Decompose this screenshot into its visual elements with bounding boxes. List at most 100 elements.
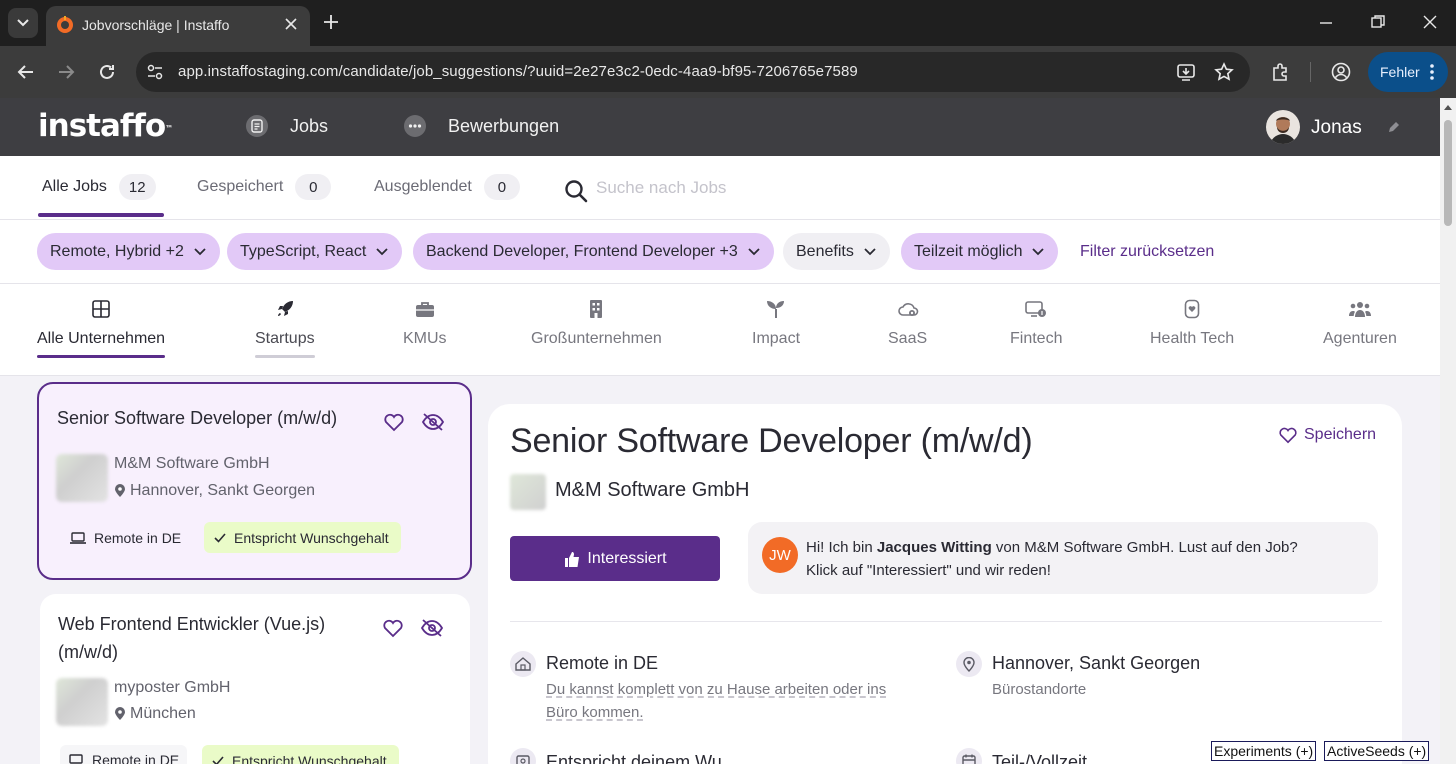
hide-eye-icon[interactable] bbox=[420, 618, 444, 638]
tab-count-badge: 0 bbox=[295, 174, 332, 200]
detail-company-name[interactable]: M&M Software GmbH bbox=[555, 479, 749, 502]
feature-remote-description[interactable]: Du kannst komplett von zu Hause arbeiten… bbox=[546, 678, 886, 724]
nav-jobs[interactable]: Jobs bbox=[246, 115, 328, 137]
extensions-icon[interactable] bbox=[1270, 62, 1290, 82]
remote-house-icon bbox=[510, 651, 536, 677]
company-logo bbox=[56, 454, 108, 502]
salary-match-badge: Entspricht Wunschgehalt bbox=[202, 745, 399, 764]
tab-search-button[interactable] bbox=[8, 8, 38, 38]
page-scrollbar[interactable] bbox=[1440, 98, 1456, 764]
active-seeds-toggle[interactable]: ActiveSeeds (+) bbox=[1324, 741, 1430, 761]
category-fintech[interactable]: Fintech bbox=[1010, 298, 1062, 358]
monitor-coin-icon bbox=[1025, 298, 1047, 320]
nav-bewerbungen-label: Bewerbungen bbox=[448, 115, 560, 136]
building-icon bbox=[588, 298, 604, 320]
cloud-gear-icon bbox=[897, 298, 919, 320]
reload-icon[interactable] bbox=[97, 62, 117, 82]
feature-remote-title: Remote in DE bbox=[546, 653, 659, 673]
category-label: Health Tech bbox=[1150, 330, 1235, 347]
feature-salary-title: Entspricht deinem Wu bbox=[546, 752, 722, 764]
job-card[interactable]: Web Frontend Entwickler (Vue.js) (m/w/d)… bbox=[40, 594, 470, 764]
job-card[interactable]: Senior Software Developer (m/w/d) M&M So… bbox=[37, 382, 472, 580]
tab-gespeichert[interactable]: Gespeichert 0 bbox=[197, 174, 332, 200]
salary-text: Entspricht Wunschgehalt bbox=[232, 752, 387, 764]
category-underline bbox=[403, 355, 447, 358]
category-startups[interactable]: Startups bbox=[255, 298, 315, 358]
bookmark-star-icon[interactable] bbox=[1214, 62, 1234, 82]
category-underline bbox=[37, 355, 166, 358]
tab-alle-jobs[interactable]: Alle Jobs 12 bbox=[42, 174, 156, 200]
back-icon[interactable] bbox=[16, 62, 36, 82]
scroll-up-arrow-icon[interactable] bbox=[1444, 104, 1452, 110]
user-name[interactable]: Jonas bbox=[1311, 117, 1362, 139]
install-app-icon[interactable] bbox=[1176, 62, 1196, 82]
job-location: München bbox=[114, 705, 196, 723]
filter-benefits[interactable]: Benefits bbox=[783, 233, 890, 270]
search-input[interactable] bbox=[596, 175, 896, 201]
forward-icon[interactable] bbox=[56, 62, 76, 82]
rocket-icon bbox=[275, 298, 295, 320]
category-saas[interactable]: SaaS bbox=[888, 298, 927, 358]
url-text: app.instaffostaging.com/candidate/job_su… bbox=[178, 63, 858, 80]
location-text: Hannover, Sankt Georgen bbox=[130, 482, 316, 499]
feature-location-title: Hannover, Sankt Georgen bbox=[992, 653, 1201, 673]
location-text: München bbox=[130, 705, 196, 722]
close-window-icon[interactable] bbox=[1422, 14, 1438, 30]
new-tab-icon[interactable] bbox=[322, 13, 340, 31]
tab-count-badge: 12 bbox=[118, 174, 156, 200]
nav-bewerbungen[interactable]: Bewerbungen bbox=[404, 115, 559, 137]
feature-worktime-title: Teil-/Vollzeit bbox=[992, 752, 1088, 764]
remote-text: Remote in DE bbox=[92, 752, 180, 764]
location-pin-icon bbox=[115, 484, 125, 497]
more-menu-icon[interactable] bbox=[1430, 63, 1434, 81]
experiments-toggle[interactable]: Experiments (+) bbox=[1211, 741, 1317, 761]
category-underline bbox=[888, 355, 927, 358]
tab-count-badge: 0 bbox=[483, 174, 520, 200]
chevron-down-icon bbox=[17, 19, 29, 27]
pencil-icon[interactable] bbox=[1387, 120, 1401, 134]
category-grossunternehmen[interactable]: Großunternehmen bbox=[531, 298, 662, 358]
job-title: Web Frontend Entwickler (Vue.js) (m/w/d) bbox=[58, 610, 325, 666]
filter-remote[interactable]: Remote, Hybrid +2 bbox=[37, 233, 220, 270]
category-alle-unternehmen[interactable]: Alle Unternehmen bbox=[37, 298, 166, 358]
heart-icon[interactable] bbox=[383, 412, 405, 432]
filter-teilzeit[interactable]: Teilzeit möglich bbox=[901, 233, 1059, 270]
profile-icon[interactable] bbox=[1331, 62, 1351, 82]
error-button-label: Fehler bbox=[1380, 64, 1420, 80]
error-button[interactable]: Fehler bbox=[1368, 52, 1448, 92]
scrollbar-thumb[interactable] bbox=[1444, 120, 1452, 226]
minimize-icon[interactable] bbox=[1318, 14, 1334, 30]
reset-filters-link[interactable]: Filter zurücksetzen bbox=[1080, 243, 1214, 261]
restore-icon[interactable] bbox=[1370, 14, 1386, 30]
recruiter-message-text: Hi! Ich bin Jacques Witting von M&M Soft… bbox=[806, 536, 1298, 582]
calendar-icon bbox=[956, 748, 982, 764]
category-underline bbox=[752, 355, 800, 358]
company-category-tabs: Alle Unternehmen Startups KMUs Großunter… bbox=[0, 284, 1440, 376]
address-bar[interactable]: app.instaffostaging.com/candidate/job_su… bbox=[136, 52, 1250, 92]
save-job-button[interactable]: Speichern bbox=[1278, 426, 1376, 444]
active-tab-indicator bbox=[38, 213, 164, 217]
hide-eye-icon[interactable] bbox=[421, 412, 445, 432]
filter-roles[interactable]: Backend Developer, Frontend Developer +3 bbox=[413, 233, 774, 270]
job-tabs: Alle Jobs 12 Gespeichert 0 Ausgeblendet … bbox=[0, 156, 1440, 220]
category-label: Alle Unternehmen bbox=[37, 330, 166, 347]
chevron-down-icon bbox=[864, 247, 876, 255]
site-info-icon[interactable] bbox=[146, 63, 164, 81]
tab-label: Gespeichert bbox=[197, 178, 284, 195]
browser-tab[interactable]: Jobvorschläge | Instaffo bbox=[46, 6, 310, 46]
detail-company-logo bbox=[510, 474, 546, 510]
category-health-tech[interactable]: Health Tech bbox=[1150, 298, 1234, 358]
category-kmus[interactable]: KMUs bbox=[403, 298, 447, 358]
chevron-down-icon bbox=[194, 247, 206, 255]
salary-match-badge: Entspricht Wunschgehalt bbox=[204, 522, 401, 553]
filter-skills[interactable]: TypeScript, React bbox=[227, 233, 403, 270]
tab-ausgeblendet[interactable]: Ausgeblendet 0 bbox=[374, 174, 520, 200]
user-avatar[interactable] bbox=[1266, 110, 1300, 144]
category-agenturen[interactable]: Agenturen bbox=[1323, 298, 1397, 358]
heart-icon[interactable] bbox=[382, 618, 404, 638]
instaffo-logo[interactable]: instaffo™ bbox=[38, 108, 173, 144]
interested-button[interactable]: Interessiert bbox=[510, 536, 720, 581]
close-tab-icon[interactable] bbox=[284, 17, 298, 31]
category-impact[interactable]: Impact bbox=[752, 298, 800, 358]
save-label: Speichern bbox=[1304, 426, 1377, 443]
